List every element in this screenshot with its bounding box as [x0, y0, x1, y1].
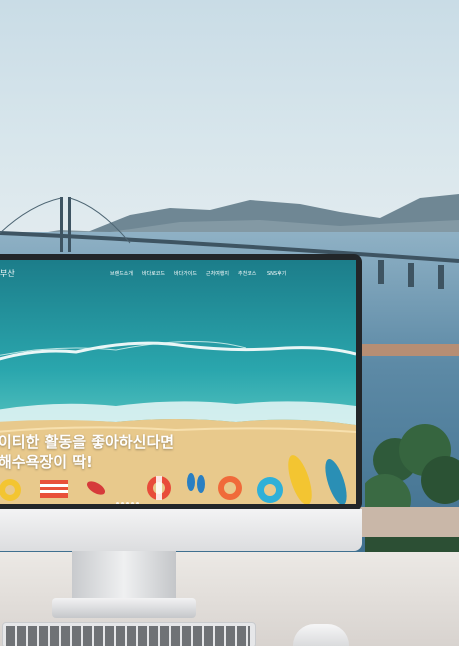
- site-logo[interactable]: 부산: [0, 268, 15, 279]
- monitor-screen: 부산 브랜드소개 바다로코드 바다가이드 근처여행지 추천코스 SNS후기 이티…: [0, 260, 356, 504]
- hero-headline: 이티한 활동을 좋아하신다면 해수욕장이 딱!: [0, 432, 174, 472]
- keyboard-keys: [6, 626, 250, 646]
- slide-dot[interactable]: [131, 502, 134, 504]
- slide-dot[interactable]: [121, 502, 124, 504]
- nav-item-brand[interactable]: 브랜드소개: [110, 270, 133, 277]
- monitor-stand: [72, 551, 176, 605]
- photo-scene: 부산 브랜드소개 바다로코드 바다가이드 근처여행지 추천코스 SNS후기 이티…: [0, 0, 459, 646]
- slide-dot[interactable]: [126, 502, 129, 504]
- slide-dot[interactable]: [136, 502, 139, 504]
- site-nav: 부산 브랜드소개 바다로코드 바다가이드 근처여행지 추천코스 SNS후기: [0, 260, 356, 286]
- nav-item-guide[interactable]: 바다가이드: [174, 270, 197, 277]
- nav-item-code[interactable]: 바다로코드: [142, 270, 165, 277]
- nav-item-sns[interactable]: SNS후기: [267, 270, 286, 277]
- monitor-chin: [0, 509, 362, 551]
- hero-headline-line2: 해수욕장이 딱!: [0, 453, 93, 471]
- nav-item-nearby[interactable]: 근처여행지: [206, 270, 229, 277]
- hero-headline-line1: 이티한 활동을 좋아하신다면: [0, 433, 175, 451]
- balcony-rail-lower: [360, 507, 459, 537]
- balcony-rail: [360, 344, 459, 356]
- monitor-stand-base: [52, 598, 196, 618]
- nav-item-course[interactable]: 추천코스: [238, 270, 256, 277]
- slide-indicator: [116, 490, 141, 504]
- slide-dot[interactable]: [116, 502, 119, 504]
